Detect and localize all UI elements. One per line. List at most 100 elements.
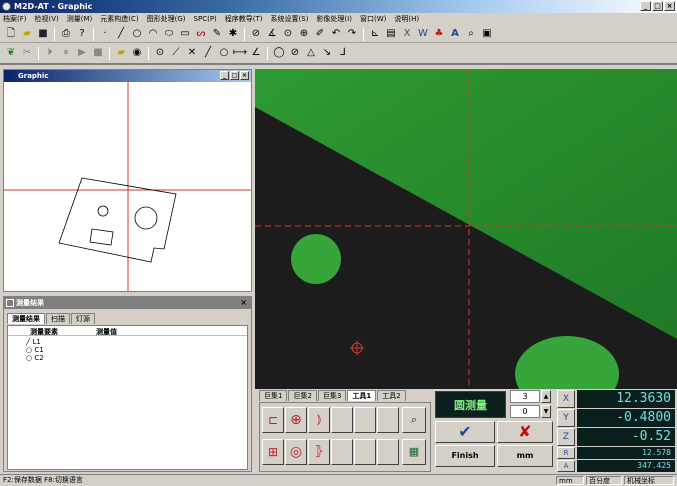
double-arc-tool-icon[interactable]: ⦄ [308, 439, 330, 465]
axis-y-button[interactable]: Y [557, 409, 575, 427]
folder-icon[interactable]: ▰ [114, 46, 128, 60]
save-icon[interactable]: ■ [36, 27, 50, 41]
line-icon[interactable]: ╱ [114, 27, 128, 41]
pause-icon[interactable]: ⏸ [59, 46, 73, 60]
ring-tool-icon[interactable]: ◎ [285, 439, 307, 465]
menu-construct[interactable]: 元素构造(C) [100, 13, 138, 26]
slash-icon[interactable]: ╱ [201, 46, 215, 60]
redo-icon[interactable]: ↷ [345, 27, 359, 41]
offset-field[interactable]: 0 [510, 405, 540, 418]
angle-measure-icon[interactable]: ∠ [249, 46, 263, 60]
point-count-field[interactable]: 3 [510, 390, 540, 403]
axis-x-button[interactable]: X [557, 390, 575, 408]
spin-up-icon[interactable]: ▲ [541, 390, 551, 403]
excel-icon[interactable]: X [400, 27, 414, 41]
teach-clear-icon[interactable]: ✂ [20, 46, 34, 60]
empty-tool-slot[interactable] [354, 439, 376, 465]
circle-center-icon[interactable]: ⊙ [281, 27, 295, 41]
menu-help[interactable]: 说明(H) [394, 13, 419, 26]
new-file-icon[interactable]: 🗋 [4, 27, 18, 41]
camera-view[interactable] [255, 69, 677, 389]
menu-graphics[interactable]: 图形处理(G) [147, 13, 186, 26]
list-item[interactable]: ○ C1 [26, 346, 44, 354]
tab-scan[interactable]: 扫描 [46, 313, 70, 324]
list-item[interactable]: ○ C2 [26, 354, 44, 362]
sparkle-icon[interactable]: ✱ [226, 27, 240, 41]
point-box-tool-icon[interactable]: ⊞ [262, 439, 284, 465]
calculator-icon[interactable]: ▦ [402, 439, 426, 465]
confirm-check-icon[interactable]: ✔ [435, 421, 495, 443]
circle-line-icon[interactable]: ⊘ [288, 46, 302, 60]
report-icon[interactable]: ▤ [384, 27, 398, 41]
tab-macro2[interactable]: 巨集2 [288, 390, 317, 401]
cancel-x-icon[interactable]: ✘ [497, 421, 553, 443]
help-icon[interactable]: ? [75, 27, 89, 41]
edge-box-tool-icon[interactable]: ⊏ [262, 407, 284, 433]
finish-button[interactable]: Finish [435, 445, 495, 467]
circle-measure-icon[interactable]: ○ [217, 46, 231, 60]
distance-icon[interactable]: ⟼ [233, 46, 247, 60]
curve-icon[interactable]: ᔕ [194, 27, 208, 41]
arrow-edge-icon[interactable]: ↘ [320, 46, 334, 60]
menu-measure[interactable]: 测量(M) [67, 13, 93, 26]
results-close-icon[interactable]: × [240, 297, 247, 309]
graphic-maximize-button[interactable]: □ [230, 71, 239, 80]
datum-icon[interactable]: ⅃ [336, 46, 350, 60]
tab-tool1[interactable]: 工具1 [347, 390, 377, 401]
ellipse-icon[interactable]: ⬭ [162, 27, 176, 41]
empty-tool-slot[interactable] [377, 439, 399, 465]
menu-spc[interactable]: SPC(P) [194, 13, 217, 26]
tab-light[interactable]: 灯源 [71, 313, 95, 324]
circle-icon[interactable]: ○ [130, 27, 144, 41]
spin-down-icon[interactable]: ▼ [541, 405, 551, 418]
unit-button[interactable]: mm [497, 445, 553, 467]
pen-icon[interactable]: ✎ [210, 27, 224, 41]
coordinate-icon[interactable]: ⊾ [368, 27, 382, 41]
triangle-icon[interactable]: △ [304, 46, 318, 60]
monitor-icon[interactable]: ▣ [480, 27, 494, 41]
line-measure-icon[interactable]: ⟋ [169, 46, 183, 60]
circle-tool-icon[interactable]: ⊕ [285, 407, 307, 433]
axis-r-button[interactable]: R [557, 447, 575, 459]
graphic-close-button[interactable]: × [240, 71, 249, 80]
tab-macro3[interactable]: 巨集3 [317, 390, 347, 401]
teach-icon[interactable]: ❦ [4, 46, 18, 60]
menu-window[interactable]: 窗口(W) [360, 13, 386, 26]
word-icon[interactable]: W [416, 27, 430, 41]
rectangle-icon[interactable]: ▭ [178, 27, 192, 41]
tab-macro1[interactable]: 巨集1 [259, 390, 288, 401]
axis-z-button[interactable]: Z [557, 428, 575, 446]
step-run-icon[interactable]: ⏵ [43, 46, 57, 60]
arc-tool-icon[interactable]: ⦆ [308, 407, 330, 433]
stop-icon[interactable]: ■ [91, 46, 105, 60]
axis-a-button[interactable]: A [557, 460, 575, 472]
graphic-minimize-button[interactable]: _ [220, 71, 229, 80]
empty-tool-slot[interactable] [354, 407, 376, 433]
dmis-icon[interactable]: ◉ [130, 46, 144, 60]
close-button[interactable]: × [664, 1, 675, 11]
empty-tool-slot[interactable] [331, 439, 353, 465]
empty-tool-slot[interactable] [331, 407, 353, 433]
center-point-icon[interactable]: ⊙ [153, 46, 167, 60]
angle-tool-icon[interactable]: ∡ [265, 27, 279, 41]
print-icon[interactable]: ⎙ [59, 27, 73, 41]
search-icon[interactable]: ⌕ [464, 27, 478, 41]
undo-icon[interactable]: ↶ [329, 27, 343, 41]
maximize-button[interactable]: □ [652, 1, 663, 11]
list-item[interactable]: ╱ L1 [26, 338, 44, 346]
text-icon[interactable]: A [448, 27, 462, 41]
menu-program[interactable]: 程序教导(T) [225, 13, 263, 26]
menu-image[interactable]: 影像处理(I) [316, 13, 352, 26]
menu-file[interactable]: 档案(F) [3, 13, 27, 26]
tab-tool2[interactable]: 工具2 [377, 390, 406, 401]
open-folder-icon[interactable]: ▰ [20, 27, 34, 41]
target-icon[interactable]: ⊕ [297, 27, 311, 41]
tangent-icon[interactable]: ⊘ [249, 27, 263, 41]
arc-icon[interactable]: ◠ [146, 27, 160, 41]
menu-view[interactable]: 检视(V) [35, 13, 59, 26]
menu-settings[interactable]: 系统设置(S) [271, 13, 309, 26]
tab-results[interactable]: 测量结果 [7, 313, 45, 324]
tools-icon[interactable]: ♣ [432, 27, 446, 41]
circle-outline-icon[interactable]: ◯ [272, 46, 286, 60]
play-icon[interactable]: ▶ [75, 46, 89, 60]
